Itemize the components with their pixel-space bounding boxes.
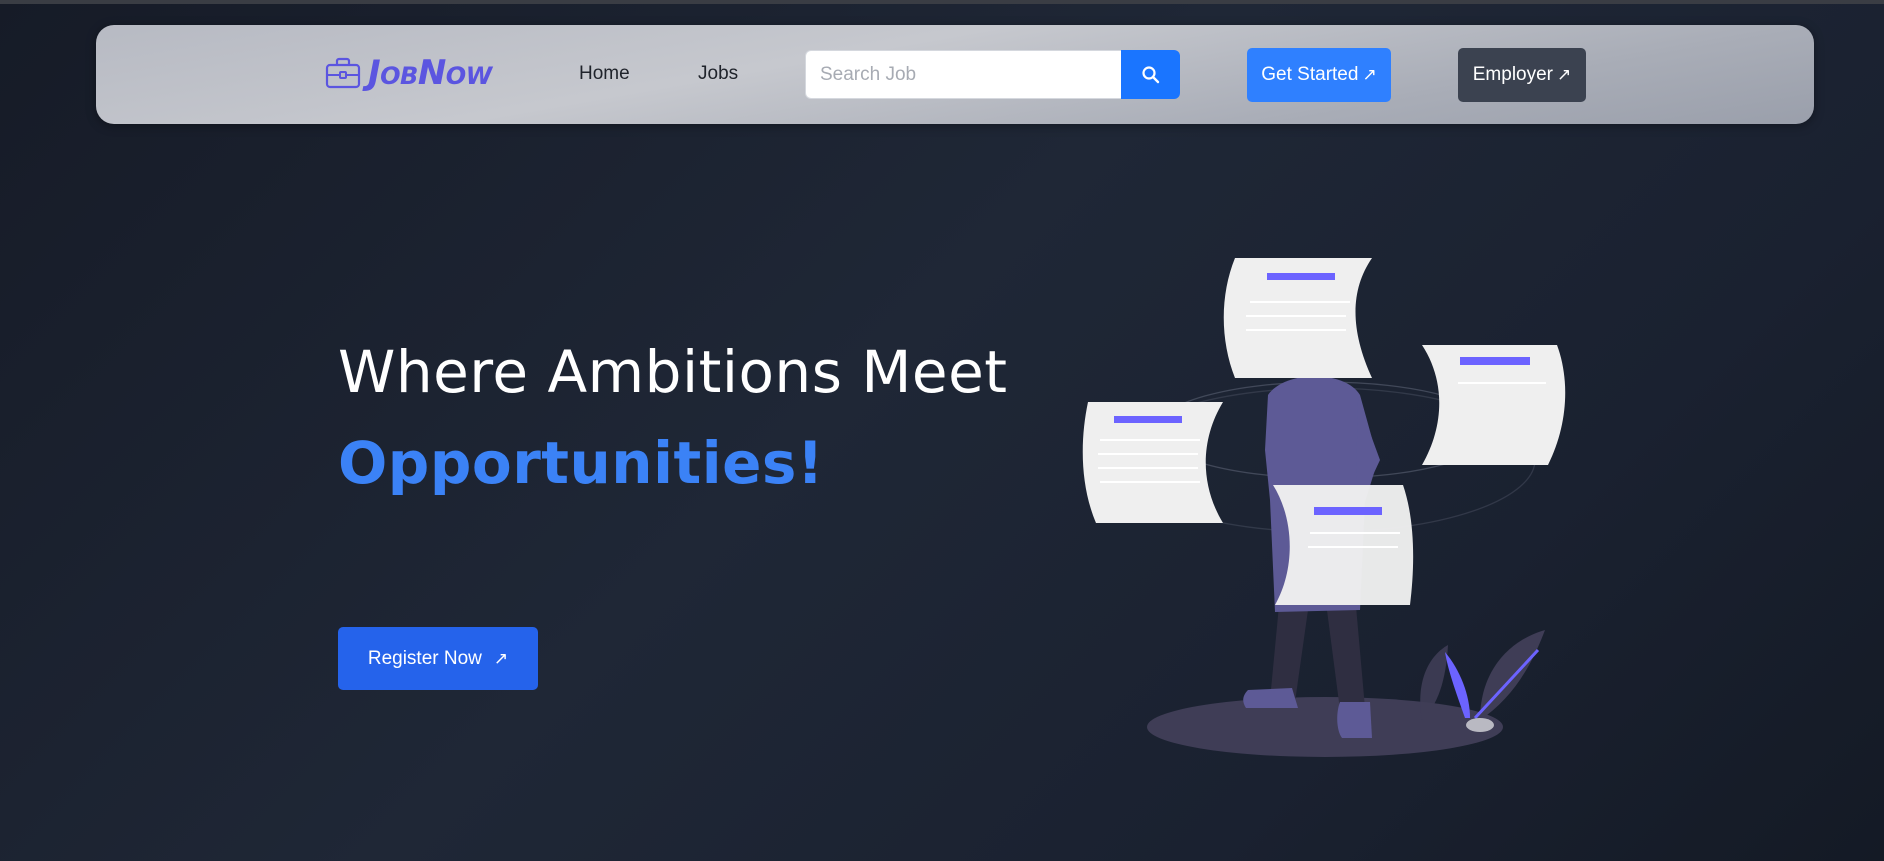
brand-logo[interactable]: JobNow [324,53,492,93]
hero-highlight: Opportunities! [338,429,824,497]
resume-card-left [1082,402,1223,523]
register-now-label: Register Now [367,647,482,669]
person-with-resumes-illustration [1082,258,1566,757]
search-bar [805,50,1180,99]
arrow-up-right-icon: ↗ [1362,65,1377,84]
search-icon [1141,65,1159,83]
resume-card-top [1223,258,1372,378]
nav-link-home[interactable]: Home [579,63,630,85]
brand-name: JobNow [368,53,492,93]
floor-shadow [1147,697,1503,757]
search-input[interactable] [805,50,1121,99]
arrow-up-right-icon: ↗ [493,648,509,668]
nav-link-jobs[interactable]: Jobs [698,63,738,85]
resume-card-right [1422,345,1566,465]
employer-label: Employer [1472,64,1553,85]
get-started-button[interactable]: Get Started ↗ [1247,48,1391,102]
register-now-button[interactable]: Register Now ↗ [338,627,538,690]
search-button[interactable] [1121,50,1180,99]
hero-headline: Where Ambitions Meet [338,338,1008,406]
arrow-up-right-icon: ↗ [1557,65,1572,84]
resume-card-bottom [1273,485,1414,605]
browser-top-edge [0,0,1884,4]
employer-button[interactable]: Employer ↗ [1458,48,1586,102]
navbar: JobNow Home Jobs Get Started ↗ Employer … [96,25,1814,124]
briefcase-icon [325,57,361,89]
get-started-label: Get Started [1261,64,1359,85]
